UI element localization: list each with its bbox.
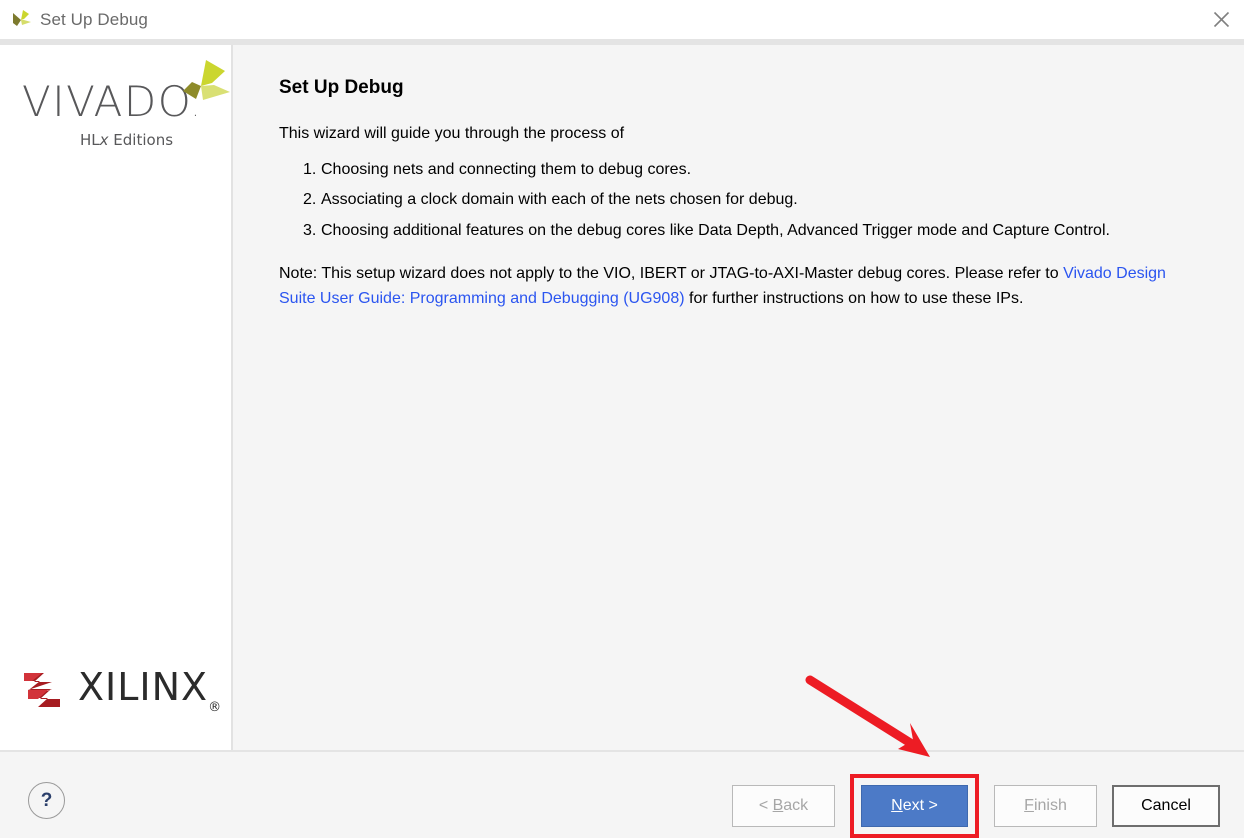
list-item: 1. Choosing nets and connecting them to d… [279, 159, 1200, 182]
vivado-brand-logo: VIVADO. HLx Editions [22, 60, 230, 149]
step-text: Associating a clock domain with each of … [321, 191, 798, 209]
page-title: Set Up Debug [279, 77, 404, 98]
help-button[interactable]: ? [28, 782, 65, 819]
window-title: Set Up Debug [40, 9, 148, 29]
vivado-logo-icon [10, 9, 32, 31]
steps-list: 1. Choosing nets and connecting them to d… [279, 159, 1200, 243]
note-text-after-link: for further instructions on how to use t… [684, 290, 1024, 308]
cancel-button[interactable]: Cancel [1112, 785, 1220, 827]
list-item: 3. Choosing additional features on the de… [279, 220, 1200, 243]
step-number: 1. [303, 160, 317, 178]
setup-debug-dialog: Set Up Debug VIVADO. HLx Editions XILINX… [0, 0, 1244, 838]
next-button[interactable]: Next > [861, 785, 968, 827]
xilinx-mark-icon [22, 671, 64, 709]
step-number: 3. [303, 222, 317, 240]
step-text: Choosing additional features on the debu… [321, 222, 1110, 240]
vivado-tagline-suffix: Editions [108, 131, 174, 149]
vivado-tagline-prefix: HL [80, 131, 100, 149]
back-button[interactable]: < Back [732, 785, 835, 827]
xilinx-registered-mark: ® [208, 699, 223, 715]
next-button-label: Next > [891, 797, 938, 814]
dialog-sidebar: VIVADO. HLx Editions XILINX® [0, 45, 233, 750]
back-button-label: < Back [758, 797, 809, 814]
finish-button[interactable]: Finish [994, 785, 1097, 827]
vivado-tagline-italic: x [99, 131, 109, 149]
help-icon: ? [40, 789, 53, 811]
vivado-tagline: HLx Editions [80, 131, 173, 149]
close-icon[interactable] [1198, 0, 1244, 39]
list-item: 2. Associating a clock domain with each o… [279, 189, 1200, 212]
dialog-body: VIVADO. HLx Editions XILINX® Set Up Debu… [0, 45, 1244, 750]
vivado-wordmark-text: VIVADO [22, 77, 193, 126]
dialog-content: Set Up Debug This wizard will guide you … [235, 45, 1244, 750]
dialog-footer: ? < Back Next > Finish Cancel [0, 752, 1244, 838]
cancel-button-label: Cancel [1141, 797, 1191, 814]
step-text: Choosing nets and connecting them to deb… [321, 160, 692, 178]
xilinx-brand-logo: XILINX® [22, 665, 223, 715]
title-bar: Set Up Debug [0, 0, 1244, 39]
next-button-highlight: Next > [850, 774, 979, 838]
step-number: 2. [303, 191, 317, 209]
xilinx-wordmark-text: XILINX [78, 665, 209, 710]
wizard-button-row: < Back Next > Finish Cancel [732, 774, 1220, 838]
xilinx-wordmark: XILINX® [78, 665, 223, 715]
note-text-before-link: Note: This setup wizard does not apply t… [279, 264, 1064, 282]
intro-text: This wizard will guide you through the p… [279, 125, 625, 142]
vivado-trileaf-icon [170, 55, 232, 117]
note-paragraph: Note: This setup wizard does not apply t… [279, 261, 1200, 312]
finish-button-label: Finish [1024, 797, 1067, 814]
